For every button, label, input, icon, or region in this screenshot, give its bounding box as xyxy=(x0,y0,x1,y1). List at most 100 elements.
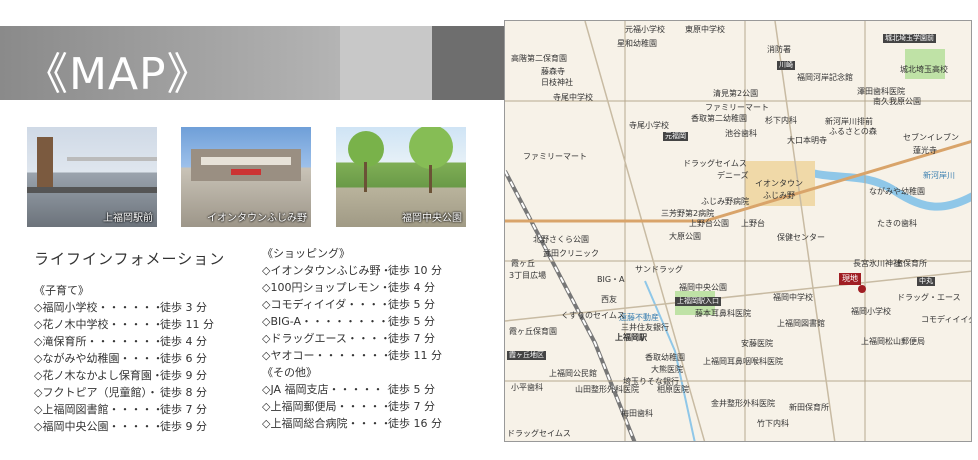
item-name: ◇花ノ木なかよし保育園・・ xyxy=(34,369,160,382)
list-item: ◇花ノ木中学校・・・・・・徒歩 11 分 xyxy=(34,316,224,333)
list-item: ◇フクトピア（児童館）・・ 徒歩 8 分 xyxy=(34,384,224,401)
life-info-heading: ライフインフォメーション xyxy=(34,250,226,268)
map-label: 蓮光寺 xyxy=(913,146,937,155)
item-name: ◇フクトピア（児童館）・・ xyxy=(34,386,160,399)
map-label: 新河岸川 xyxy=(923,171,955,180)
map-label: ふじみ野病院 xyxy=(701,197,749,206)
map-label: 西友 xyxy=(601,295,617,304)
list-item: ◇ドラッグエース・・・・・ 徒歩 7 分 xyxy=(262,330,452,347)
photo-caption: イオンタウンふじみ野 xyxy=(207,213,307,224)
list-item: ◇福岡小学校・・・・・・・徒歩 3 分 xyxy=(34,299,224,316)
map-label: ファミリーマート xyxy=(705,103,769,112)
category-label: 《その他》 xyxy=(262,366,317,379)
map-label: 新田保育所 xyxy=(789,403,829,412)
item-name: ◇福岡中央公園・・・・・・ xyxy=(34,420,160,433)
map-tag: 城北埼玉学園前 xyxy=(883,34,936,43)
list-item: ◇コモディイイダ・・・・・ 徒歩 5 分 xyxy=(262,296,452,313)
photo-caption: 福岡中央公園 xyxy=(402,213,462,224)
item-name: ◇ながみや幼稚園・・・・・ xyxy=(34,352,160,365)
item-time: 徒歩 7 分 xyxy=(388,400,435,413)
map-label: コモディイイダ xyxy=(921,315,972,324)
map-tag: 上福岡駅入口 xyxy=(675,297,721,306)
item-time: 徒歩 7 分 xyxy=(388,332,435,345)
map-label: 東原中学校 xyxy=(685,25,725,34)
list-item: ◇イオンタウンふじみ野・・徒歩 10 分 xyxy=(262,262,452,279)
item-time: 徒歩 11 分 xyxy=(160,318,214,331)
item-name: ◇コモディイイダ・・・・・ xyxy=(262,298,388,311)
map-label: 長宮氷川神社 xyxy=(853,259,901,268)
map-label: 保健センター xyxy=(777,233,825,242)
map-label: ふるさとの森 xyxy=(829,127,877,136)
map-label: 上野台公園 xyxy=(689,219,729,228)
map-label: 北野さくら公園 xyxy=(533,235,589,244)
list-item: ◇ながみや幼稚園・・・・・徒歩 6 分 xyxy=(34,350,224,367)
map-label: ながみや幼稚園 xyxy=(869,187,925,196)
header-band-dark xyxy=(432,26,504,100)
map-label: 小平歯科 xyxy=(511,383,543,392)
map-label: 上福岡公民館 xyxy=(549,369,597,378)
map-label: 霞ヶ丘 xyxy=(511,259,535,268)
item-name: ◇福岡小学校・・・・・・・ xyxy=(34,301,160,314)
list-item: ◇JA 福岡支店・・・・・・ 徒歩 5 分 xyxy=(262,381,452,398)
map-label: 大口本明寺 xyxy=(787,136,827,145)
right-info-list: 《ショッピング》 ◇イオンタウンふじみ野・・徒歩 10 分 ◇100円ショップレ… xyxy=(262,245,452,432)
map-label: 上福岡駅 xyxy=(615,333,647,342)
map-label: 星和幼稚園 xyxy=(617,39,657,48)
item-time: 徒歩 16 分 xyxy=(388,417,442,430)
map-label: 元福小学校 xyxy=(625,25,665,34)
item-name: ◇100円ショップレモン・・ xyxy=(262,281,388,294)
current-site-marker[interactable]: 現地 xyxy=(839,273,861,285)
category-label: 《ショッピング》 xyxy=(262,247,350,260)
item-time: 徒歩 5 分 xyxy=(388,383,435,396)
map-tag: 川崎 xyxy=(777,61,795,70)
map-label: 竹下内科 xyxy=(757,419,789,428)
map-label: 消防署 xyxy=(767,45,791,54)
list-item: ◇福岡中央公園・・・・・・徒歩 9 分 xyxy=(34,418,224,435)
list-item: ◇上福岡総合病院・・・・・徒歩 16 分 xyxy=(262,415,452,432)
map-label: ドラッグセイムス xyxy=(683,159,747,168)
map-label: BIG・A xyxy=(597,275,625,284)
item-time: 徒歩 10 分 xyxy=(388,264,442,277)
map-label: 福岡河岸記念館 xyxy=(797,73,853,82)
item-time: 徒歩 5 分 xyxy=(388,298,435,311)
map-label: 三井住友銀行 xyxy=(621,323,669,332)
map-label: 福岡小学校 xyxy=(851,307,891,316)
map-label: サンドラッグ xyxy=(635,265,683,274)
map-label: デニーズ xyxy=(717,171,749,180)
map-label: 池谷歯科 xyxy=(725,129,757,138)
map-tag: 中丸 xyxy=(917,277,935,286)
photo-caption: 上福岡駅前 xyxy=(103,213,153,224)
map-label: 三芳野第2病院 xyxy=(661,209,715,218)
map-label: ふじみ野 xyxy=(763,191,795,200)
map-label: 霞ヶ丘保育園 xyxy=(509,327,557,336)
map-label: 福岡中学校 xyxy=(773,293,813,302)
map-label: 上福岡耳鼻咽喉科医院 xyxy=(703,357,783,366)
list-item: ◇花ノ木なかよし保育園・・ 徒歩 9 分 xyxy=(34,367,224,384)
map-label: イオンタウン xyxy=(755,179,803,188)
item-name: ◇滝保育所・・・・・・・・ xyxy=(34,335,160,348)
item-time: 徒歩 4 分 xyxy=(160,335,207,348)
map-label: 杉下内科 xyxy=(765,116,797,125)
list-item: ◇上福岡図書館・・・・・・徒歩 7 分 xyxy=(34,401,224,418)
map-label: 城北埼玉高校 xyxy=(900,65,948,74)
map-label: 寺尾小学校 xyxy=(629,121,669,130)
map-label: セブンイレブン xyxy=(903,133,959,142)
left-info-list: 《子育て》 ◇福岡小学校・・・・・・・徒歩 3 分 ◇花ノ木中学校・・・・・・徒… xyxy=(34,282,224,435)
item-time: 徒歩 8 分 xyxy=(160,386,207,399)
map-label: 滝保育所 xyxy=(895,259,927,268)
list-item: ◇ヤオコー・・・・・・・・徒歩 11 分 xyxy=(262,347,452,364)
map-label: 清見第2公園 xyxy=(713,89,759,98)
item-name: ◇イオンタウンふじみ野・・ xyxy=(262,264,388,277)
item-time: 徒歩 7 分 xyxy=(160,403,207,416)
map-label: 遠藤不動産 xyxy=(619,313,659,322)
photo-park: 福岡中央公園 xyxy=(336,127,466,227)
area-map[interactable]: 元福小学校 東原中学校 星和幼稚園 高階第二保育園 藤森寺 日枝神社 城北埼玉学… xyxy=(504,20,972,442)
map-label: 上野台 xyxy=(741,219,765,228)
map-label: 大原公園 xyxy=(669,232,701,241)
map-label: 新河岸川排前 xyxy=(825,117,873,126)
item-time: 徒歩 11 分 xyxy=(388,349,442,362)
header-band-light xyxy=(340,26,432,100)
map-label: ドラッグセイムス xyxy=(507,429,571,438)
map-label: たきの歯科 xyxy=(877,219,917,228)
map-label: 梅田歯科 xyxy=(621,409,653,418)
